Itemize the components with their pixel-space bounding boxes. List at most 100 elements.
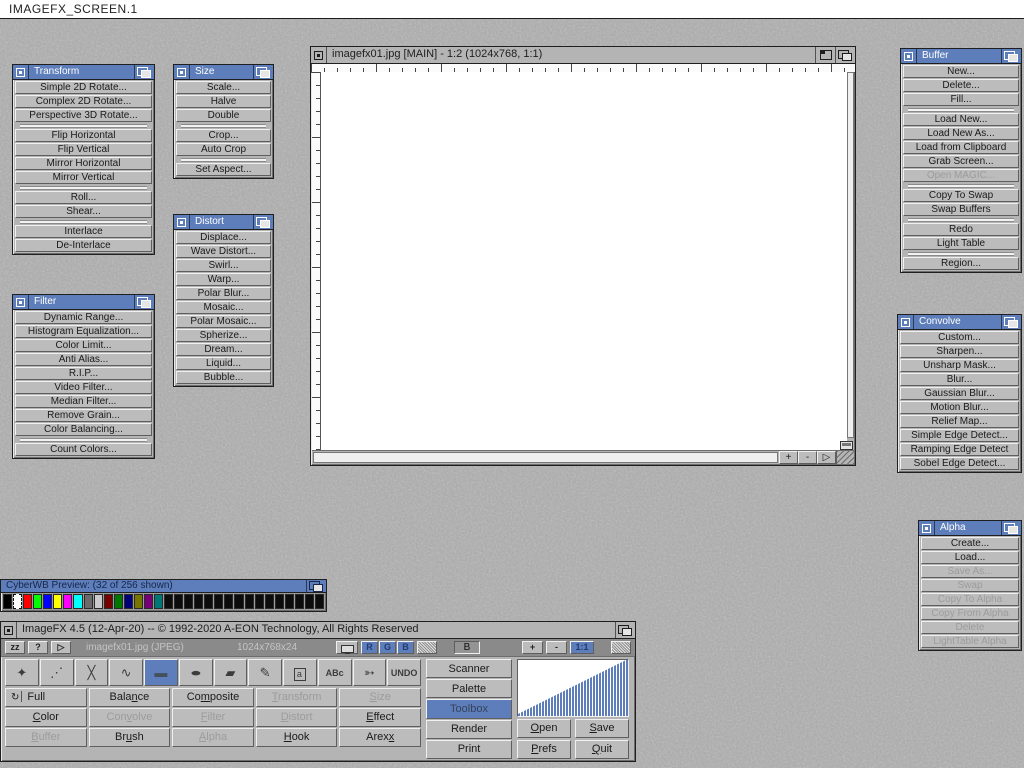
palette-swatch[interactable] [73,594,82,609]
close-icon[interactable] [919,521,935,535]
depth-gadget-icon[interactable] [134,65,154,79]
resize-handle[interactable] [836,451,854,464]
palette-swatch[interactable] [134,594,143,609]
hook-button[interactable]: Hook [256,728,338,747]
panel-titlebar[interactable]: Transform [13,65,154,80]
oval-tool-icon[interactable]: ● [179,659,213,686]
polar-mosaic-button[interactable]: Polar Mosaic... [176,315,271,328]
simple-edge-detect-button[interactable]: Simple Edge Detect... [900,429,1019,442]
load-new-as-button[interactable]: Load New As... [903,127,1019,140]
move-tool-icon[interactable]: ➳ [353,659,387,686]
print-button[interactable]: Print [426,740,512,759]
palette-swatch[interactable] [184,594,193,609]
depth-gadget-icon[interactable] [306,580,326,592]
render-button[interactable]: Render [426,720,512,739]
set-aspect-button[interactable]: Set Aspect... [176,163,271,176]
depth-gadget-icon[interactable] [1001,521,1021,535]
load-from-clipboard-button[interactable]: Load from Clipboard [903,141,1019,154]
polygon-tool-icon[interactable]: ▰ [214,659,248,686]
panel-alpha[interactable]: AlphaCreate...Load...Save As...SwapCopy … [918,520,1022,651]
save-button[interactable]: Save [575,719,629,738]
close-icon[interactable] [174,65,190,79]
arexx-button[interactable]: Arexx [339,728,421,747]
halve-button[interactable]: Halve [176,95,271,108]
main-image-window[interactable]: imagefx01.jpg [MAIN] - 1:2 (1024x768, 1:… [310,46,856,466]
unsharp-mask-button[interactable]: Unsharp Mask... [900,359,1019,372]
anti-alias-button[interactable]: Anti Alias... [15,353,152,366]
flip-horizontal-button[interactable]: Flip Horizontal [15,129,152,142]
zoom-in-button[interactable]: + [522,641,543,654]
palette-swatch[interactable] [84,594,93,609]
depth-gadget-icon[interactable] [253,215,273,229]
region-button[interactable]: Region... [903,257,1019,270]
color-limit-button[interactable]: Color Limit... [15,339,152,352]
vertical-scrollbar[interactable] [847,72,854,438]
fill-tool-icon[interactable]: a [283,659,317,686]
zoom-out-button[interactable]: - [798,451,817,464]
channel-g-button[interactable]: G [379,641,396,654]
palette-swatch[interactable] [295,594,304,609]
new-button[interactable]: New... [903,65,1019,78]
blur-button[interactable]: Blur... [900,373,1019,386]
scale-button[interactable]: Scale... [176,81,271,94]
palette-swatch[interactable] [33,594,42,609]
palette-swatch[interactable] [144,594,153,609]
depth-gadget-icon[interactable] [835,47,855,63]
sleep-button[interactable]: zz [5,641,25,654]
palette-swatch[interactable] [154,594,163,609]
palette-swatch[interactable] [255,594,264,609]
ramping-edge-detect-button[interactable]: Ramping Edge Detect [900,443,1019,456]
panel-titlebar[interactable]: Alpha [919,521,1021,536]
freehand-tool-icon[interactable]: ✎ [248,659,282,686]
palette-swatch[interactable] [275,594,284,609]
perspective-3d-rotate-button[interactable]: Perspective 3D Rotate... [15,109,152,122]
channel-r-button[interactable]: R [361,641,378,654]
palette-swatch[interactable] [265,594,274,609]
close-icon[interactable] [13,65,29,79]
toolbox-button[interactable]: Toolbox [426,699,512,718]
zoom-1to1-button[interactable]: 1:1 [570,641,594,654]
monitor-icon[interactable] [336,641,358,654]
play-button[interactable]: ▷ [51,641,71,654]
toolbar-titlebar[interactable]: ImageFX 4.5 (12-Apr-20) -- © 1992-2020 A… [1,622,635,639]
count-colors-button[interactable]: Count Colors... [15,443,152,456]
cyberwb-preview-window[interactable]: CyberWB Preview: (32 of 256 shown) [0,579,327,612]
scanner-button[interactable]: Scanner [426,659,512,678]
palette-swatch[interactable] [174,594,183,609]
panel-convolve[interactable]: ConvolveCustom...Sharpen...Unsharp Mask.… [897,314,1022,473]
undo-button[interactable]: UNDO [387,659,421,686]
palette-swatch[interactable] [63,594,72,609]
color-button[interactable]: Color [5,708,87,727]
zoom-gadget-icon[interactable] [815,47,835,63]
panel-titlebar[interactable]: Size [174,65,273,80]
palette-swatch[interactable] [224,594,233,609]
close-icon[interactable] [174,215,190,229]
palette-swatch[interactable] [124,594,133,609]
fill-button[interactable]: Fill... [903,93,1019,106]
depth-gadget-icon[interactable] [253,65,273,79]
color-balancing-button[interactable]: Color Balancing... [15,423,152,436]
channel-b-button[interactable]: B [397,641,414,654]
relief-map-button[interactable]: Relief Map... [900,415,1019,428]
panel-transform[interactable]: TransformSimple 2D Rotate...Complex 2D R… [12,64,155,255]
prefs-button[interactable]: Prefs [517,740,571,759]
auto-crop-button[interactable]: Auto Crop [176,143,271,156]
simple-2d-rotate-button[interactable]: Simple 2D Rotate... [15,81,152,94]
sobel-edge-detect-button[interactable]: Sobel Edge Detect... [900,457,1019,470]
panel-titlebar[interactable]: Convolve [898,315,1021,330]
palette-swatch[interactable] [53,594,62,609]
dynamic-range-button[interactable]: Dynamic Range... [15,311,152,324]
depth-gadget-icon[interactable] [1001,49,1021,63]
shear-button[interactable]: Shear... [15,205,152,218]
curve-tool-icon[interactable]: ∿ [109,659,143,686]
liquid-button[interactable]: Liquid... [176,357,271,370]
complex-2d-rotate-button[interactable]: Complex 2D Rotate... [15,95,152,108]
double-button[interactable]: Double [176,109,271,122]
swap-buffers-button[interactable]: Swap Buffers [903,203,1019,216]
mosaic-button[interactable]: Mosaic... [176,301,271,314]
screen-mode-icon[interactable] [840,441,853,450]
palette-swatch[interactable] [194,594,203,609]
play-button[interactable]: ▷ [817,451,836,464]
flip-vertical-button[interactable]: Flip Vertical [15,143,152,156]
palette-swatch[interactable] [23,594,32,609]
